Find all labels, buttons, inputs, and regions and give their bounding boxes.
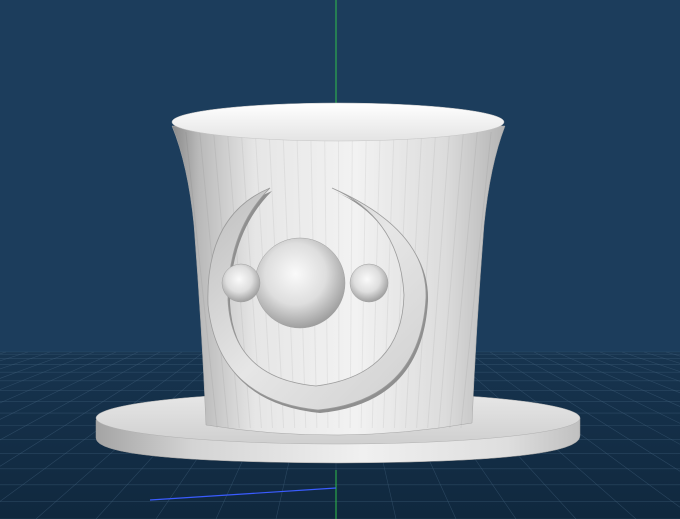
hat-top xyxy=(171,102,505,142)
right-sphere xyxy=(349,263,389,303)
scene-canvas[interactable] xyxy=(0,0,680,519)
3d-viewport[interactable] xyxy=(0,0,680,519)
center-sphere xyxy=(254,237,346,329)
left-sphere xyxy=(221,263,261,303)
